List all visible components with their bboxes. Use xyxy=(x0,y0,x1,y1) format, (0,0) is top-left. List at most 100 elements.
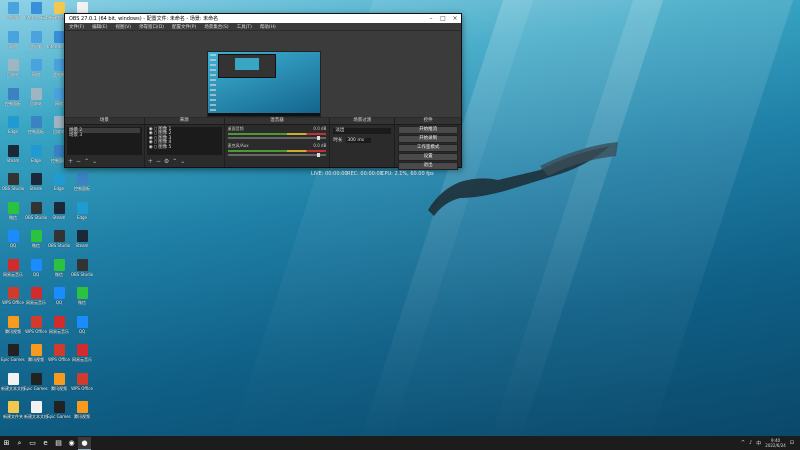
desktop-icon[interactable]: Edge xyxy=(1,116,25,134)
desktop-icon[interactable]: 腾讯视频 xyxy=(1,315,25,334)
source-item[interactable]: ◉ ▯ 图像 5 xyxy=(149,144,220,150)
menu-file[interactable]: 文件(F) xyxy=(69,24,84,30)
menu-tools[interactable]: 工具(T) xyxy=(237,24,252,30)
input-method-icon[interactable]: 中 xyxy=(756,440,761,447)
file-explorer-icon[interactable]: ▤ xyxy=(52,437,65,449)
remove-scene-button[interactable]: − xyxy=(76,158,84,165)
menu-docks[interactable]: 停靠窗口(D) xyxy=(139,24,164,30)
transition-select[interactable]: 淡出 xyxy=(333,128,392,134)
move-up-button[interactable]: ⌃ xyxy=(84,158,92,165)
desktop-icon[interactable]: QQ xyxy=(70,315,94,334)
desktop-icon[interactable]: Steam xyxy=(70,230,94,248)
menu-edit[interactable]: 编辑(E) xyxy=(92,24,107,30)
desktop-icon[interactable]: Epic Games Launcher xyxy=(47,401,71,419)
desktop-icon[interactable]: 腾讯视频 xyxy=(70,401,94,419)
duration-input[interactable]: 300 ms xyxy=(346,137,372,143)
desktop-icon[interactable]: WPS Office xyxy=(70,372,94,391)
desktop-icon[interactable]: 腾讯视频 xyxy=(47,372,71,391)
volume-icon[interactable]: ♪ xyxy=(749,440,752,446)
tray-overflow-icon[interactable]: ^ xyxy=(741,440,745,446)
desktop-icon[interactable]: 回收站 xyxy=(1,59,25,77)
desktop-icon[interactable]: WPS Office xyxy=(47,344,71,362)
desktop-icon[interactable]: QQ xyxy=(24,258,48,277)
eye-icon[interactable]: ◉ xyxy=(149,145,153,150)
desktop-icon[interactable]: 控制面板 xyxy=(1,87,25,106)
desktop-icon[interactable]: 网易云音乐 xyxy=(47,315,71,334)
desktop-icon[interactable]: 网易云音乐 xyxy=(24,287,48,305)
desktop-icon[interactable]: 新建文本文档 xyxy=(1,372,25,391)
app-icon xyxy=(53,230,65,242)
start-button[interactable]: ⊞ xyxy=(0,437,13,449)
lock-icon[interactable]: ▯ xyxy=(154,145,156,150)
start-recording-button[interactable]: 开始录制 xyxy=(398,135,458,143)
preview-area xyxy=(65,31,461,117)
maximize-button[interactable]: □ xyxy=(437,15,449,22)
remove-source-button[interactable]: − xyxy=(156,158,164,165)
desktop-icon[interactable]: Internet Explorer xyxy=(24,2,48,20)
desktop-icon[interactable]: Steam xyxy=(47,201,71,220)
add-scene-button[interactable]: + xyxy=(68,158,76,165)
desktop-icon[interactable]: 回收站 xyxy=(24,87,48,106)
desktop-icon[interactable]: OBS Studio xyxy=(24,201,48,220)
desktop-icon[interactable]: 新建文本文档 xyxy=(24,401,48,419)
exit-button[interactable]: 退出 xyxy=(398,162,458,170)
menu-help[interactable]: 帮助(H) xyxy=(260,24,276,30)
desktop-icon[interactable]: 此电脑 xyxy=(1,2,25,20)
desktop-icon[interactable]: 微信 xyxy=(47,258,71,277)
minimize-button[interactable]: – xyxy=(425,15,437,22)
preview-canvas[interactable] xyxy=(207,51,321,117)
desktop-icon[interactable]: WPS Office xyxy=(24,315,48,334)
clock[interactable]: 9:40 2022/6/24 xyxy=(765,438,786,448)
volume-slider[interactable] xyxy=(227,153,327,157)
desktop-icon[interactable]: QQ xyxy=(47,287,71,305)
obs-taskbar-icon[interactable]: ● xyxy=(78,436,91,450)
menu-scene-collection[interactable]: 场景集合(S) xyxy=(204,24,228,30)
desktop-icon[interactable]: Steam xyxy=(24,173,48,191)
desktop-icon[interactable]: 网易云音乐 xyxy=(1,258,25,277)
desktop-icon[interactable]: 微信 xyxy=(1,201,25,220)
menu-view[interactable]: 视图(V) xyxy=(115,24,131,30)
notification-icon[interactable]: ⊡ xyxy=(790,440,794,446)
start-streaming-button[interactable]: 开始推流 xyxy=(398,126,458,134)
desktop-icon[interactable]: Edge xyxy=(70,201,94,220)
app-icon xyxy=(76,401,88,413)
desktop-icon[interactable]: 网络 xyxy=(24,59,48,77)
desktop-icon[interactable]: Epic Games Launcher xyxy=(24,372,48,391)
search-icon[interactable]: ⌕ xyxy=(13,437,26,449)
desktop-icon[interactable]: OBS Studio xyxy=(1,173,25,191)
studio-mode-button[interactable]: 工作室模式 xyxy=(398,144,458,152)
desktop-icon[interactable]: 控制面板 xyxy=(24,116,48,134)
desktop-icon[interactable]: 网易云音乐 xyxy=(70,344,94,362)
move-down-button[interactable]: ⌄ xyxy=(180,158,188,165)
volume-slider[interactable] xyxy=(227,136,327,140)
desktop-icon[interactable]: 新建文件夹 xyxy=(1,401,25,419)
desktop-icon[interactable]: OBS Studio xyxy=(70,258,94,277)
add-source-button[interactable]: + xyxy=(148,158,156,165)
app-icon[interactable]: ◉ xyxy=(65,437,78,449)
menu-profile[interactable]: 配置文件(P) xyxy=(172,24,196,30)
desktop-icon[interactable]: 微信 xyxy=(70,287,94,305)
source-label: 图像 5 xyxy=(158,144,172,150)
edge-icon[interactable]: e xyxy=(39,437,52,449)
desktop-icon[interactable]: QQ xyxy=(1,230,25,248)
desktop-icon[interactable]: WPS Office xyxy=(1,287,25,305)
desktop-icon-label: 腾讯视频 xyxy=(74,414,90,419)
desktop-icon[interactable]: Epic Games Launcher xyxy=(1,344,25,362)
desktop-icon[interactable]: OBS Studio xyxy=(47,230,71,248)
app-icon xyxy=(53,173,65,185)
close-button[interactable]: × xyxy=(449,15,461,22)
settings-button[interactable]: 设置 xyxy=(398,153,458,161)
desktop-icon[interactable]: 此电脑 xyxy=(24,30,48,49)
source-settings-button[interactable]: ⚙ xyxy=(164,158,172,165)
scene-item[interactable]: 场景 3 xyxy=(69,133,140,138)
desktop-icon[interactable]: 网络 xyxy=(1,30,25,49)
desktop-icon[interactable]: 腾讯视频 xyxy=(24,344,48,362)
move-down-button[interactable]: ⌄ xyxy=(92,158,100,165)
desktop-icon-label: Steam xyxy=(52,214,66,220)
app-icon xyxy=(53,201,65,214)
desktop-icon-label: Edge xyxy=(7,129,19,134)
task-view-icon[interactable]: ▭ xyxy=(26,437,39,449)
desktop-icon[interactable]: Steam xyxy=(1,144,25,163)
desktop-icon[interactable]: 微信 xyxy=(24,230,48,248)
desktop-icon[interactable]: Edge xyxy=(24,144,48,163)
